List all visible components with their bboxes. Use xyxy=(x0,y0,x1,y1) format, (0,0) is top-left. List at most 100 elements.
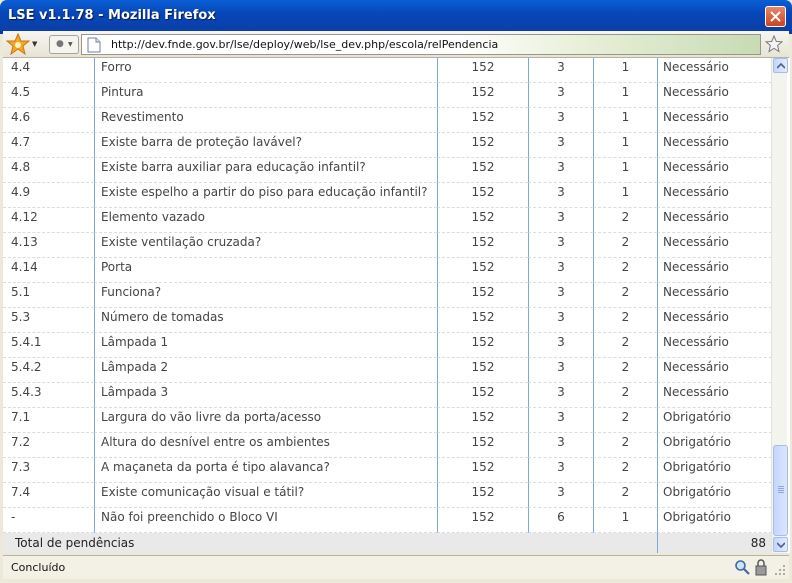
row-value-1: 152 xyxy=(437,108,528,133)
row-value-2: 3 xyxy=(528,208,593,233)
row-code: 7.4 xyxy=(3,483,94,508)
row-value-1: 152 xyxy=(437,83,528,108)
row-description: Lâmpada 1 xyxy=(94,333,437,358)
row-status: Obrigatório xyxy=(657,508,772,533)
row-value-1: 152 xyxy=(437,483,528,508)
title-bar[interactable]: LSE v1.1.78 - Mozilla Firefox xyxy=(0,0,792,34)
row-description: Lâmpada 2 xyxy=(94,358,437,383)
row-code: 7.3 xyxy=(3,458,94,483)
url-bar[interactable]: http://dev.fnde.gov.br/lse/deploy/web/ls… xyxy=(81,34,761,55)
row-status: Necessário xyxy=(657,233,772,258)
row-status: Obrigatório xyxy=(657,483,772,508)
row-description: Funciona? xyxy=(94,283,437,308)
total-row: Total de pendências 88 xyxy=(3,533,772,553)
row-value-2: 3 xyxy=(528,158,593,183)
scroll-down-button[interactable] xyxy=(773,537,788,552)
browser-window: LSE v1.1.78 - Mozilla Firefox ▼ ● ▼ http… xyxy=(0,0,792,583)
row-value-3: 2 xyxy=(593,258,657,283)
table-row: 7.2 Altura do desnível entre os ambientes… xyxy=(3,433,772,458)
row-value-1: 152 xyxy=(437,283,528,308)
table-row: 5.4.3 Lâmpada 3 152 3 2 Necessário xyxy=(3,383,772,408)
scroll-up-button[interactable] xyxy=(773,58,788,73)
table-row: 4.8 Existe barra auxiliar para educação i… xyxy=(3,158,772,183)
row-value-1: 152 xyxy=(437,308,528,333)
close-icon xyxy=(770,11,781,22)
row-status: Necessário xyxy=(657,133,772,158)
row-value-1: 152 xyxy=(437,258,528,283)
row-value-1: 152 xyxy=(437,508,528,533)
row-value-3: 2 xyxy=(593,233,657,258)
row-code: 5.4.2 xyxy=(3,358,94,383)
window-title: LSE v1.1.78 - Mozilla Firefox xyxy=(8,8,216,23)
row-description: Forro xyxy=(94,58,437,83)
total-value: 88 xyxy=(750,536,766,550)
row-value-2: 3 xyxy=(528,383,593,408)
status-bar: Concluído xyxy=(3,555,789,579)
table-row: 4.4 Forro 152 3 1 Necessário xyxy=(3,58,772,83)
magnifier-icon[interactable] xyxy=(734,559,750,575)
row-description: Porta xyxy=(94,258,437,283)
row-description: Elemento vazado xyxy=(94,208,437,233)
row-code: 4.13 xyxy=(3,233,94,258)
security-icon[interactable] xyxy=(754,559,768,576)
row-description: Lâmpada 3 xyxy=(94,383,437,408)
total-label: Total de pendências xyxy=(15,536,135,550)
row-description: Não foi preenchido o Bloco VI xyxy=(94,508,437,533)
row-value-3: 2 xyxy=(593,408,657,433)
row-status: Necessário xyxy=(657,283,772,308)
chevron-down-icon: ▼ xyxy=(68,41,73,48)
pendency-table: 4.4 Forro 152 3 1 Necessário 4.5 Pintura 152 3 1 Ne… xyxy=(3,58,772,533)
row-value-2: 3 xyxy=(528,233,593,258)
user-icon: ● xyxy=(56,39,64,49)
menu-dropdown-icon[interactable]: ▼ xyxy=(32,40,37,48)
row-value-2: 3 xyxy=(528,133,593,158)
row-code: 4.7 xyxy=(3,133,94,158)
row-code: 5.4.1 xyxy=(3,333,94,358)
row-code: 4.4 xyxy=(3,58,94,83)
close-button[interactable] xyxy=(765,6,786,27)
row-code: 5.1 xyxy=(3,283,94,308)
table-row: 7.4 Existe comunicação visual e tátil? 152… xyxy=(3,483,772,508)
row-value-3: 1 xyxy=(593,108,657,133)
table-row: 4.6 Revestimento 152 3 1 Necessário xyxy=(3,108,772,133)
row-value-3: 2 xyxy=(593,283,657,308)
row-description: Existe barra auxiliar para educação infa… xyxy=(94,158,437,183)
url-text[interactable]: http://dev.fnde.gov.br/lse/deploy/web/ls… xyxy=(111,38,498,51)
row-description: Revestimento xyxy=(94,108,437,133)
row-description: Existe ventilação cruzada? xyxy=(94,233,437,258)
vertical-scrollbar[interactable] xyxy=(771,58,788,553)
page-icon xyxy=(87,37,101,53)
row-value-3: 1 xyxy=(593,58,657,83)
row-status: Necessário xyxy=(657,208,772,233)
table-row: 4.12 Elemento vazado 152 3 2 Necessário xyxy=(3,208,772,233)
row-value-2: 3 xyxy=(528,283,593,308)
scrollbar-thumb[interactable] xyxy=(773,445,788,536)
table-row: 4.9 Existe espelho a partir do piso para … xyxy=(3,183,772,208)
table-row: - Não foi preenchido o Bloco VI 152 6 1 Obrig… xyxy=(3,508,772,533)
row-value-3: 2 xyxy=(593,333,657,358)
row-status: Obrigatório xyxy=(657,408,772,433)
row-value-3: 2 xyxy=(593,208,657,233)
bookmark-star-icon[interactable] xyxy=(765,35,783,53)
row-value-1: 152 xyxy=(437,208,528,233)
row-value-3: 2 xyxy=(593,483,657,508)
row-value-3: 1 xyxy=(593,508,657,533)
firefox-logo-icon[interactable] xyxy=(6,33,30,55)
row-value-3: 1 xyxy=(593,158,657,183)
table-row: 7.1 Largura do vão livre da porta/acesso 1… xyxy=(3,408,772,433)
row-description: Altura do desnível entre os ambientes xyxy=(94,433,437,458)
row-value-1: 152 xyxy=(437,58,528,83)
row-value-2: 3 xyxy=(528,58,593,83)
table-row: 5.3 Número de tomadas 152 3 2 Necessário xyxy=(3,308,772,333)
row-value-3: 1 xyxy=(593,133,657,158)
resize-grip-icon[interactable] xyxy=(774,564,786,576)
row-value-1: 152 xyxy=(437,458,528,483)
row-value-1: 152 xyxy=(437,133,528,158)
row-description: Largura do vão livre da porta/acesso xyxy=(94,408,437,433)
row-value-1: 152 xyxy=(437,358,528,383)
site-identity-button[interactable]: ● ▼ xyxy=(49,35,79,54)
table-row: 4.14 Porta 152 3 2 Necessário xyxy=(3,258,772,283)
row-value-1: 152 xyxy=(437,183,528,208)
row-value-1: 152 xyxy=(437,233,528,258)
row-description: Existe espelho a partir do piso para edu… xyxy=(94,183,437,208)
